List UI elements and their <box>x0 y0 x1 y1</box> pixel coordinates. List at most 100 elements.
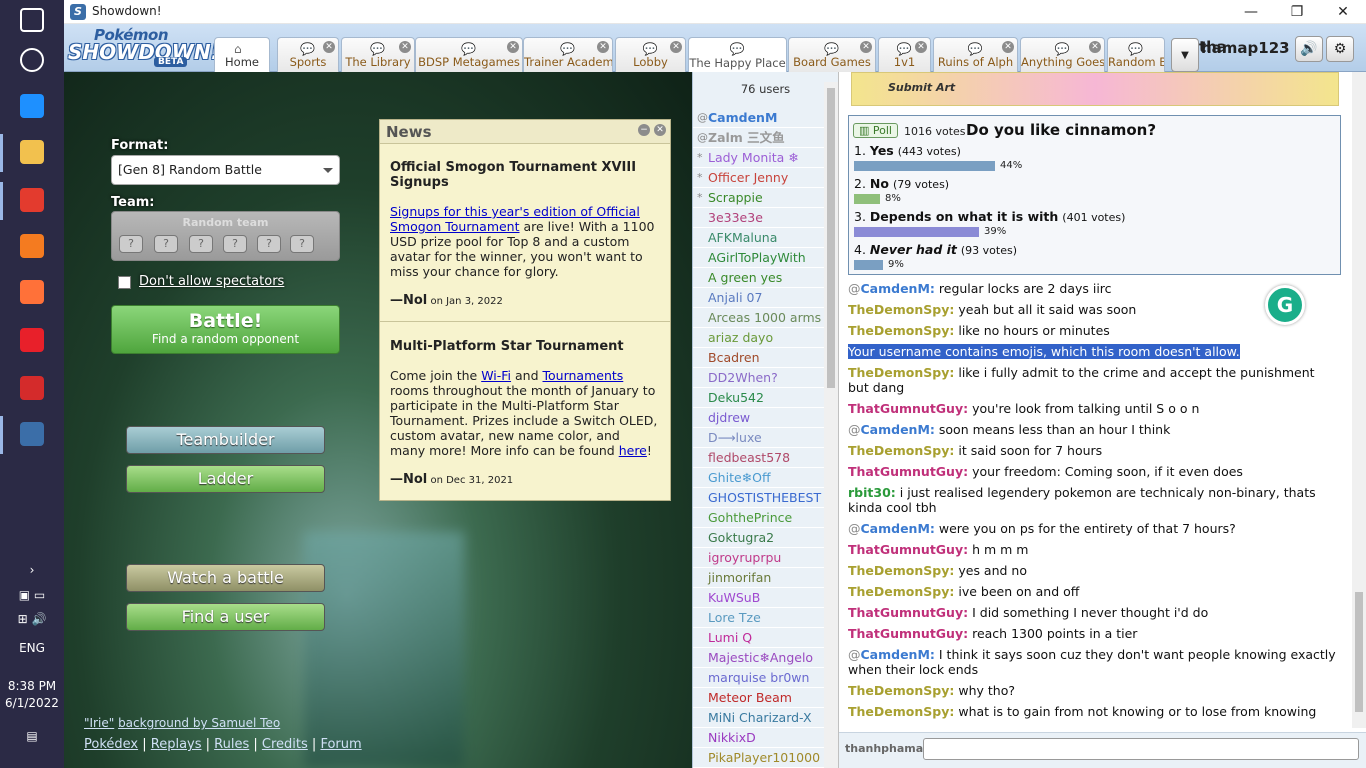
close-icon[interactable]: ✕ <box>507 41 519 53</box>
message-author[interactable]: rbit30: <box>848 485 896 500</box>
user-row[interactable]: @ Zalm 三文鱼 <box>693 128 838 148</box>
tab-overflow-button[interactable]: ▼ <box>1171 38 1199 72</box>
watch-battle-button[interactable]: Watch a battle <box>126 564 325 592</box>
user-row[interactable]: * Officer Jenny <box>693 168 838 188</box>
user-row[interactable]: igroyruprpu <box>693 548 838 568</box>
showdown-logo[interactable]: Pokémon SHOWDOWN! BETA <box>66 26 220 70</box>
team-select[interactable]: Random team ? ? ? ? ? ? <box>111 211 340 261</box>
user-row[interactable]: AFKMaluna <box>693 228 838 248</box>
no-spectators-label[interactable]: Don't allow spectators <box>139 274 284 289</box>
close-icon[interactable]: ✕ <box>597 41 609 53</box>
tab-anything-goes[interactable]: 💬 Anything Goes ✕ <box>1020 37 1105 72</box>
format-select[interactable]: [Gen 8] Random Battle <box>111 155 340 185</box>
close-icon[interactable]: ✕ <box>860 41 872 53</box>
user-row[interactable]: Lumi Q <box>693 628 838 648</box>
here-link[interactable]: here <box>619 443 647 458</box>
user-row[interactable]: Deku542 <box>693 388 838 408</box>
message-author[interactable]: CamdenM: <box>861 647 935 662</box>
defender-shield-icon[interactable] <box>14 88 50 124</box>
message-author[interactable]: TheDemonSpy: <box>848 302 954 317</box>
tab-trainer-academy[interactable]: 💬 Trainer Academy ✕ <box>523 37 613 72</box>
user-row[interactable]: 3e33e3e <box>693 208 838 228</box>
minimize-icon[interactable]: − <box>638 124 650 136</box>
scrollbar-thumb[interactable] <box>827 88 835 388</box>
grammarly-icon[interactable]: G <box>1265 285 1305 325</box>
poll-option[interactable]: 2. No (79 votes) <box>854 176 949 191</box>
tab-random-b[interactable]: 💬 Random B <box>1107 37 1165 72</box>
message-author[interactable]: TheDemonSpy: <box>848 704 954 719</box>
user-row[interactable]: Majestic❄Angelo <box>693 648 838 668</box>
scrollbar-thumb[interactable] <box>1355 592 1363 712</box>
rules-link[interactable]: Rules <box>214 737 249 752</box>
wifi-link[interactable]: Wi-Fi <box>481 368 511 383</box>
tab-bdsp-metagames[interactable]: 💬 BDSP Metagames ✕ <box>415 37 523 72</box>
speedometer-app-icon[interactable] <box>14 370 50 406</box>
user-row[interactable]: PikaPlayer101000 <box>693 748 838 768</box>
tournaments-link[interactable]: Tournaments <box>543 368 624 383</box>
teambuilder-button[interactable]: Teambuilder <box>126 426 325 454</box>
user-row[interactable]: MiNi Charizard-X <box>693 708 838 728</box>
tray-time[interactable]: 8:38 PM <box>0 679 64 693</box>
chat-input[interactable] <box>923 738 1359 760</box>
cortana-search-icon[interactable] <box>14 42 50 78</box>
background-name-link[interactable]: "Irie" <box>84 716 114 730</box>
message-author[interactable]: TheDemonSpy: <box>848 584 954 599</box>
message-author[interactable]: ThatGumnutGuy: <box>848 464 968 479</box>
message-author[interactable]: ThatGumnutGuy: <box>848 542 968 557</box>
tab-board-games[interactable]: 💬 Board Games ✕ <box>788 37 876 72</box>
message-author[interactable]: TheDemonSpy: <box>848 563 954 578</box>
userlist-scrollbar[interactable] <box>824 82 838 768</box>
battle-button[interactable]: Battle! Find a random opponent <box>111 305 340 354</box>
chrome-icon[interactable] <box>14 182 50 218</box>
tray-language[interactable]: ENG <box>0 641 64 655</box>
user-row[interactable]: * Scrappie <box>693 188 838 208</box>
message-author[interactable]: CamdenM: <box>861 521 935 536</box>
notifications-icon[interactable]: ▤ <box>0 729 64 743</box>
pokedex-link[interactable]: Pokédex <box>84 737 138 752</box>
tray-battery-icon[interactable]: ▣ ▭ <box>0 588 64 602</box>
close-window-button[interactable]: ✕ <box>1320 0 1366 24</box>
replays-link[interactable]: Replays <box>151 737 202 752</box>
tab-1v1[interactable]: 💬 1v1 ✕ <box>878 37 931 72</box>
user-row[interactable]: Ghite❄Off <box>693 468 838 488</box>
message-author[interactable]: ThatGumnutGuy: <box>848 605 968 620</box>
message-author[interactable]: ThatGumnutGuy: <box>848 626 968 641</box>
tray-volume-icon[interactable]: ⊞ 🔊 <box>0 612 64 626</box>
user-row[interactable]: marquise br0wn <box>693 668 838 688</box>
tab-lobby[interactable]: 💬 Lobby ✕ <box>615 37 686 72</box>
file-explorer-icon[interactable] <box>14 134 50 170</box>
no-spectators-checkbox[interactable] <box>118 276 131 289</box>
podcast-app-icon[interactable] <box>14 228 50 264</box>
close-icon[interactable]: ✕ <box>670 41 682 53</box>
user-row[interactable]: AGirlToPlayWith <box>693 248 838 268</box>
room-banner[interactable]: Submit Art <box>851 72 1339 106</box>
user-row[interactable]: Anjali 07 <box>693 288 838 308</box>
show-hidden-icons-chevron[interactable]: › <box>0 563 64 577</box>
user-row[interactable]: Meteor Beam <box>693 688 838 708</box>
camera-app-icon[interactable] <box>14 322 50 358</box>
showdown-app-icon[interactable] <box>14 416 50 452</box>
user-row[interactable]: GHOSTISTHEBEST <box>693 488 838 508</box>
message-author[interactable]: ThatGumnutGuy: <box>848 401 968 416</box>
user-row[interactable]: djdrew <box>693 408 838 428</box>
message-author[interactable]: TheDemonSpy: <box>848 365 954 380</box>
user-row[interactable]: NikkixD <box>693 728 838 748</box>
user-row[interactable]: D⟶luxe <box>693 428 838 448</box>
sound-button[interactable]: 🔊 <box>1295 36 1323 62</box>
user-row[interactable]: Arceas 1000 arms <box>693 308 838 328</box>
close-icon[interactable]: ✕ <box>915 41 927 53</box>
user-row[interactable]: ariaz dayo <box>693 328 838 348</box>
close-icon[interactable]: ✕ <box>323 41 335 53</box>
settings-button[interactable]: ⚙ <box>1326 36 1354 62</box>
close-icon[interactable]: ✕ <box>1002 41 1014 53</box>
tab-the-library[interactable]: 💬 The Library ✕ <box>341 37 415 72</box>
close-icon[interactable]: ✕ <box>1089 41 1101 53</box>
user-row[interactable]: * Lady Monita ❄ <box>693 148 838 168</box>
user-row[interactable]: Goktugra2 <box>693 528 838 548</box>
message-author[interactable]: CamdenM: <box>861 422 935 437</box>
firefox-icon[interactable] <box>14 274 50 310</box>
user-row[interactable]: Bcadren <box>693 348 838 368</box>
user-row[interactable]: @ CamdenM <box>693 108 838 128</box>
user-row[interactable]: KuWSuB <box>693 588 838 608</box>
tab-the-happy-place[interactable]: 💬 The Happy Place <box>688 37 787 73</box>
